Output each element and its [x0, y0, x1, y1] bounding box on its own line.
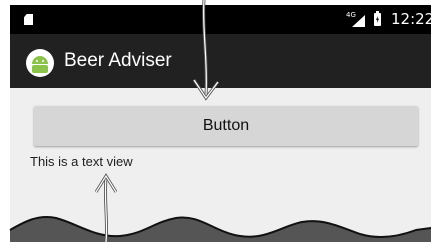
status-bar: 4G 12:22 [10, 5, 431, 34]
status-clock: 12:22 [391, 10, 431, 28]
text-view: This is a text view [30, 154, 133, 169]
activity-content: Button This is a text view [10, 88, 431, 242]
app-title: Beer Adviser [64, 50, 172, 71]
action-bar: Beer Adviser [10, 34, 431, 88]
main-button[interactable]: Button [34, 106, 418, 146]
app-logo [26, 49, 54, 77]
sd-card-icon [24, 14, 33, 25]
battery-charging-icon [374, 11, 381, 26]
signal-strength-icon [352, 15, 365, 27]
android-robot-icon [32, 56, 48, 73]
